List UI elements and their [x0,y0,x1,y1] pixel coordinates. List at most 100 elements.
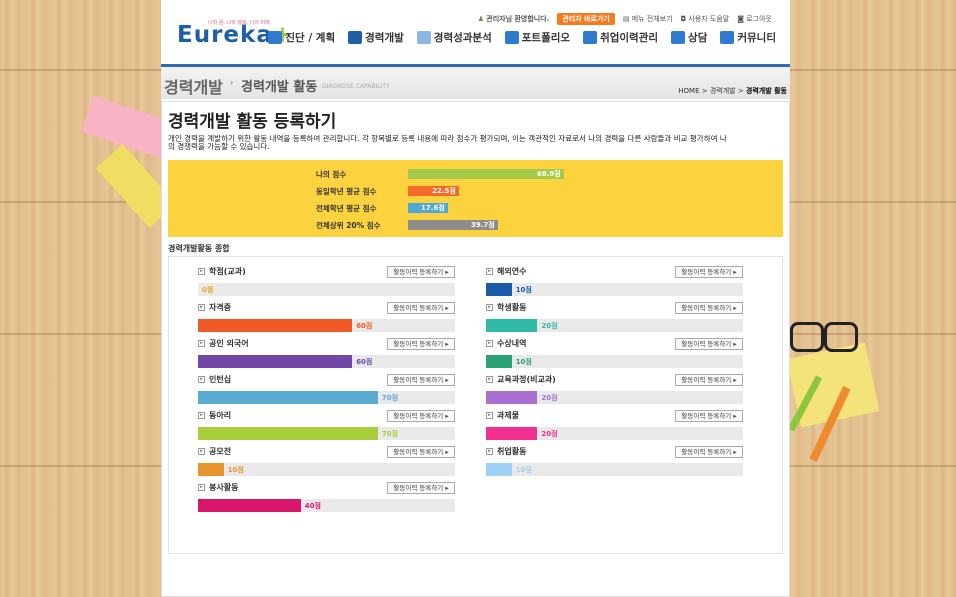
activity-header[interactable]: ▸ 인턴십 [198,374,231,385]
activity-name: 학생활동 [497,303,527,312]
expand-icon[interactable]: ▸ [486,376,493,383]
activity-score-value: 20점 [541,394,558,402]
expand-icon[interactable]: ▸ [198,484,205,491]
expand-icon[interactable]: ▸ [198,412,205,419]
activity-header[interactable]: ▸ 자격증 [198,302,231,313]
help-link[interactable]: ◘ 사용자 도움말 [681,14,730,24]
bar-chart-icon [504,31,519,44]
summary-title: 경력개발활동 종합 [168,244,230,253]
activity-item: ▸ 교육과정(비교과) 활동이력 등록하기 ▸ 20점 [486,374,743,404]
activity-score-track: 10점 [486,283,743,296]
activity-item: ▸ 인턴십 활동이력 등록하기 ▸ 70점 [198,374,455,404]
register-activity-button[interactable]: 활동이력 등록하기 ▸ [675,338,743,350]
nav-community[interactable]: 커뮤니티 [720,30,776,45]
score-label: 동일학년 평균 점수 [316,187,377,196]
activity-score-track: 60점 [198,319,455,332]
activity-item: ▸ 학점(교과) 활동이력 등록하기 ▸ 0점 [198,266,455,296]
expand-icon[interactable]: ▸ [486,268,493,275]
expand-icon[interactable]: ▸ [198,268,205,275]
activity-header[interactable]: ▸ 학점(교과) [198,266,246,277]
activity-score-value: 70점 [381,430,399,438]
page-name: 경력개발 활동 [241,80,318,95]
page-name-english: DIAGNOSE CAPABILITY [322,83,390,90]
register-activity-button[interactable]: 활동이력 등록하기 ▸ [675,302,743,314]
score-row: 나의 점수 68.9점 [168,168,783,181]
register-activity-button[interactable]: 활동이력 등록하기 ▸ [675,374,743,386]
nav-diagnosis[interactable]: 진단 / 계획 [268,30,335,45]
activity-item: ▸ 과제물 활동이력 등록하기 ▸ 20점 [486,410,743,440]
admin-greeting: ♟ 관리자님 환영합니다. [477,15,550,23]
score-bar: 22.5점 [408,186,459,196]
activity-score-value: 60점 [356,322,373,330]
logout-link[interactable]: ◙ 로그아웃 [737,14,772,24]
nav-employment[interactable]: 취업이력관리 [583,30,658,45]
expand-icon[interactable]: ▸ [198,376,205,383]
page-title: 경력개발 활동 등록하기 [168,112,337,132]
activity-name: 공모전 [209,447,232,456]
activity-panel: ▸ 학점(교과) 활동이력 등록하기 ▸ 0점 ▸ 자격증 활동이력 등록하기 ▸ 60점 ▸ 공… [168,256,783,554]
activity-score-bar [198,391,378,404]
activity-header[interactable]: ▸ 교육과정(비교과) [486,374,556,385]
activity-score-track: 20점 [486,391,743,404]
pencil-icon [268,31,283,44]
activity-score-value: 0점 [202,286,214,294]
register-activity-button[interactable]: 활동이력 등록하기 ▸ [675,266,743,278]
sub-header: 경력개발 › 경력개발 활동 DIAGNOSE CAPABILITY HOME … [161,67,790,99]
expand-icon[interactable]: ▸ [198,304,205,311]
activity-name: 해외연수 [497,267,527,276]
register-activity-button[interactable]: 활동이력 등록하기 ▸ [387,302,455,314]
score-bar: 39.7점 [408,220,498,230]
activity-name: 공인 외국어 [209,339,249,348]
activity-score-bar [198,463,224,476]
activity-score-bar [486,319,538,332]
register-activity-button[interactable]: 활동이력 등록하기 ▸ [387,374,455,386]
activity-name: 학점(교과) [209,267,246,276]
nav-career-analysis[interactable]: 경력성과분석 [416,30,492,45]
activity-score-bar [486,427,538,440]
activity-score-value: 10점 [515,286,532,294]
activity-header[interactable]: ▸ 공모전 [198,446,231,457]
register-activity-button[interactable]: 활동이력 등록하기 ▸ [675,410,743,422]
expand-icon[interactable]: ▸ [486,340,493,347]
activity-header[interactable]: ▸ 공인 외국어 [198,338,249,349]
register-activity-button[interactable]: 활동이력 등록하기 ▸ [675,446,743,458]
activity-header[interactable]: ▸ 동아리 [198,410,231,421]
activity-header[interactable]: ▸ 수상내역 [486,338,526,349]
expand-icon[interactable]: ▸ [486,304,493,311]
register-activity-button[interactable]: 활동이력 등록하기 ▸ [387,482,455,494]
admin-shortcut-button[interactable]: 관리자 바로가기 [557,13,615,25]
activity-score-bar [486,463,512,476]
activity-header[interactable]: ▸ 과제물 [486,410,519,421]
activity-name: 교육과정(비교과) [497,375,556,384]
activity-score-track: 0점 [198,283,455,296]
people-icon [583,31,598,44]
activity-header[interactable]: ▸ 취업활동 [486,446,526,457]
expand-icon[interactable]: ▸ [486,412,493,419]
nav-career-dev[interactable]: 경력개발 [348,30,404,45]
register-activity-button[interactable]: 활동이력 등록하기 ▸ [387,266,455,278]
activity-score-value: 20점 [541,430,558,438]
activity-score-bar [198,499,301,512]
expand-icon[interactable]: ▸ [198,448,205,455]
register-activity-button[interactable]: 활동이력 등록하기 ▸ [387,446,455,458]
register-activity-button[interactable]: 활동이력 등록하기 ▸ [387,410,455,422]
activity-item: ▸ 해외연수 활동이력 등록하기 ▸ 10점 [486,266,743,296]
activity-header[interactable]: ▸ 봉사활동 [198,482,238,493]
nav-counsel[interactable]: 상담 [671,30,707,45]
register-activity-button[interactable]: 활동이력 등록하기 ▸ [387,338,455,350]
community-icon [720,31,735,44]
activity-item: ▸ 학생활동 활동이력 등록하기 ▸ 20점 [486,302,743,332]
activity-header[interactable]: ▸ 학생활동 [486,302,526,313]
activity-item: ▸ 수상내역 활동이력 등록하기 ▸ 10점 [486,338,743,368]
score-label: 전체상위 20% 점수 [316,221,381,230]
site-header: Eureka+ 나와 꿈, 나와 행복, 나의 미래 ♟ 관리자님 환영합니다.… [161,0,790,67]
activity-score-track: 10점 [198,463,455,476]
expand-icon[interactable]: ▸ [198,340,205,347]
content-area: 경력개발 활동 등록하기 개인 경력을 계발하기 위한 활동 내역을 등록하여 … [161,101,790,597]
nav-portfolio[interactable]: 포트폴리오 [504,30,570,45]
activity-header[interactable]: ▸ 해외연수 [486,266,526,277]
expand-icon[interactable]: ▸ [486,448,493,455]
activity-score-track: 40점 [198,499,455,512]
breadcrumb: HOME > 경력개발 > 경력개발 활동 [678,87,787,95]
menu-all-link[interactable]: ▤ 메뉴 전체보기 [623,14,673,24]
